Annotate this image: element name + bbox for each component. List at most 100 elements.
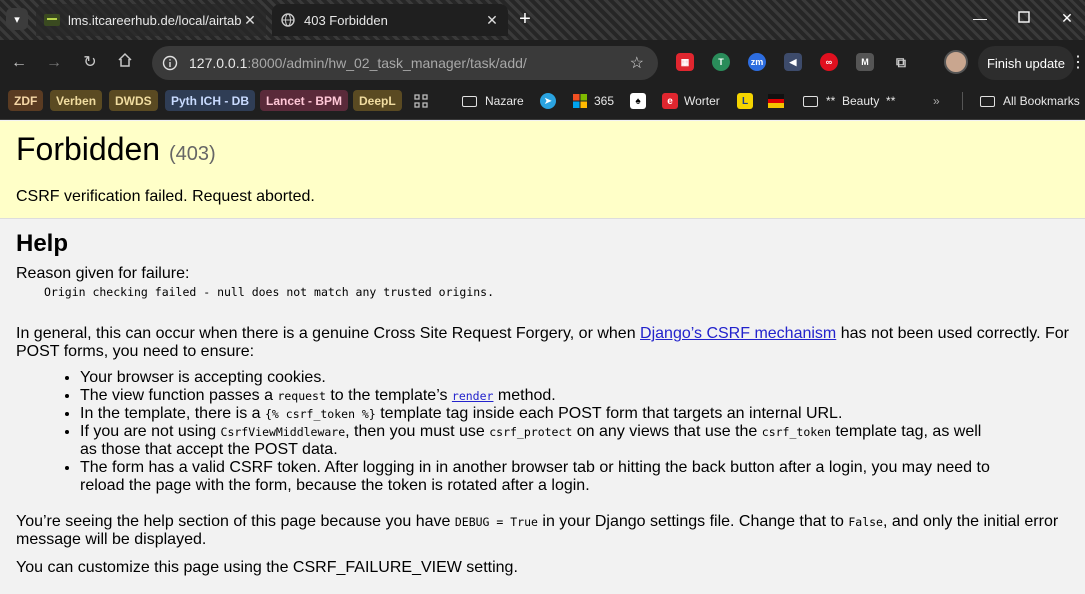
bookmark-label: Worter (684, 94, 720, 108)
debug-paragraph: You’re seeing the help section of this p… (16, 513, 1069, 549)
site-info-icon[interactable] (160, 53, 180, 73)
bookmark-chip-deepl[interactable]: DeepL (353, 90, 402, 111)
minimize-icon[interactable]: — (970, 10, 990, 26)
avatar[interactable] (944, 50, 968, 74)
bookmark-l[interactable]: L (737, 92, 759, 110)
divider (962, 92, 963, 110)
url-path: :8000/admin/hw_02_task_manager/task/add/ (247, 55, 527, 71)
extension-infinity-icon[interactable]: ∞ (820, 53, 838, 71)
title-text: Forbidden (16, 131, 161, 167)
maximize-icon[interactable] (1014, 10, 1034, 26)
error-summary: Forbidden (403) CSRF verification failed… (0, 121, 1085, 219)
address-bar[interactable]: 127.0.0.1:8000/admin/hw_02_task_manager/… (152, 46, 658, 80)
tab-title: 403 Forbidden (304, 12, 388, 28)
list-item: Your browser is accepting cookies. (80, 369, 1069, 387)
text: The view function passes a (80, 387, 278, 404)
url-host: 127.0.0.1 (189, 55, 248, 71)
text: to the template’s (325, 387, 452, 404)
folder-icon (803, 95, 818, 107)
bookmark-label: ** Beauty ** (826, 94, 896, 108)
bookmark-label: All Bookmarks (1003, 94, 1080, 108)
bookmark-worter[interactable]: e Worter (662, 92, 720, 110)
reload-icon[interactable]: ↻ (79, 52, 101, 74)
bookmark-365[interactable]: 365 (572, 92, 614, 110)
render-link[interactable]: render (452, 387, 494, 404)
close-window-icon[interactable]: ✕ (1057, 10, 1077, 27)
bookmark-spade[interactable]: ♠ (630, 92, 652, 110)
extension-mega-icon[interactable]: ▦ (676, 53, 694, 71)
tab-403-forbidden[interactable]: 403 Forbidden ✕ (272, 4, 508, 36)
bookmark-folder-all-bookmarks[interactable]: All Bookmarks (980, 92, 1080, 110)
bookmark-chip-pyth-ich-db[interactable]: Pyth ICH - DB (165, 90, 255, 111)
tab-search-button[interactable]: ▾ (6, 8, 28, 30)
extensions-puzzle-icon[interactable]: ⧉ (892, 53, 910, 71)
text: In general, this can occur when there is… (16, 325, 641, 342)
status-code: (403) (168, 143, 216, 165)
list-item: In the template, there is a {% csrf_toke… (80, 405, 1069, 423)
new-tab-button[interactable]: + (514, 9, 536, 31)
bookmark-chip-zdf[interactable]: ZDF (8, 90, 44, 111)
back-icon[interactable]: ← (8, 52, 30, 74)
list-item: If you are not using CsrfViewMiddleware,… (80, 423, 1069, 459)
code: CsrfViewMiddleware (220, 425, 346, 439)
page-title: Forbidden (403) (16, 131, 1069, 172)
extension-zm-icon[interactable]: zm (748, 53, 766, 71)
help-heading: Help (16, 230, 69, 257)
extension-arrow-icon[interactable]: ◀ (784, 53, 802, 71)
more-bookmarks-icon[interactable]: » (933, 92, 940, 110)
tab-lms[interactable]: lms.itcareerhub.de/local/airtabl ✕ (36, 4, 266, 36)
e-letter-icon: e (662, 93, 678, 109)
text: If you are not using (80, 423, 221, 440)
text: method. (493, 387, 556, 404)
code: {% csrf_token %} (265, 407, 376, 421)
bookmark-chip-lancet-bpm[interactable]: Lancet - BPM (260, 90, 349, 111)
extension-t-icon[interactable]: T (712, 53, 730, 71)
code: csrf_protect (489, 425, 573, 439)
code: False (848, 515, 883, 529)
chevron-down-icon: ▾ (14, 13, 20, 26)
text: in your Django settings file. Change tha… (537, 513, 849, 530)
text: Your browser is accepting cookies. (80, 369, 326, 386)
text: The form has a valid CSRF token. After l… (80, 459, 990, 494)
url-text: 127.0.0.1:8000/admin/hw_02_task_manager/… (189, 55, 527, 71)
text: , then you must use (345, 423, 490, 440)
list-item: The form has a valid CSRF token. After l… (80, 459, 1069, 495)
text: template tag inside each POST form that … (375, 405, 843, 422)
bookmark-folder-nazare[interactable]: Nazare (462, 92, 524, 110)
browser-toolbar: ← → ↻ 127.0.0.1:8000/admin/hw_02_task_ma… (0, 40, 1085, 86)
windows-icon (572, 93, 588, 109)
tab-strip: ▾ lms.itcareerhub.de/local/airtabl ✕ 403… (0, 0, 1085, 40)
close-icon[interactable]: ✕ (484, 12, 500, 28)
bookmark-label: 365 (594, 94, 615, 108)
l-letter-icon: L (737, 93, 753, 109)
django-csrf-link[interactable]: Django’s CSRF mechanism (640, 325, 836, 342)
extension-m-icon[interactable]: M (856, 53, 874, 71)
bookmark-star-icon[interactable]: ☆ (630, 53, 644, 73)
close-icon[interactable]: ✕ (242, 12, 258, 28)
apps-grid-icon[interactable] (414, 92, 428, 110)
bookmark-telegram[interactable]: ➤ (540, 92, 562, 110)
code: request (277, 389, 326, 403)
reason-label: Reason given for failure: (16, 265, 190, 282)
text: on any views that use the (572, 423, 762, 440)
requirements-list: Your browser is accepting cookies. The v… (80, 369, 1069, 495)
bookmarks-bar: ZDF Verben DWDS Pyth ICH - DB Lancet - B… (0, 86, 1085, 120)
bookmark-chip-verben[interactable]: Verben (50, 90, 103, 111)
folder-icon (980, 95, 995, 107)
finish-update-button[interactable]: Finish update (978, 46, 1074, 80)
list-item: The view function passes a request to th… (80, 387, 1069, 405)
customize-paragraph: You can customize this page using the CS… (16, 559, 518, 576)
home-icon[interactable] (114, 52, 136, 74)
forward-icon[interactable]: → (43, 52, 65, 74)
bookmark-chip-dwds[interactable]: DWDS (109, 90, 158, 111)
menu-kebab-icon[interactable]: ⋮ (1070, 52, 1085, 72)
code: DEBUG = True (454, 515, 538, 529)
bookmark-flag[interactable] (768, 92, 790, 110)
code: csrf_token (761, 425, 832, 439)
bookmark-folder-beauty[interactable]: ** Beauty ** (803, 92, 895, 110)
lms-favicon-icon (44, 12, 60, 28)
bookmark-label: Nazare (485, 94, 524, 108)
tab-title: lms.itcareerhub.de/local/airtabl (68, 12, 242, 28)
text: In the template, there is a (80, 405, 265, 422)
code: render (451, 389, 494, 403)
